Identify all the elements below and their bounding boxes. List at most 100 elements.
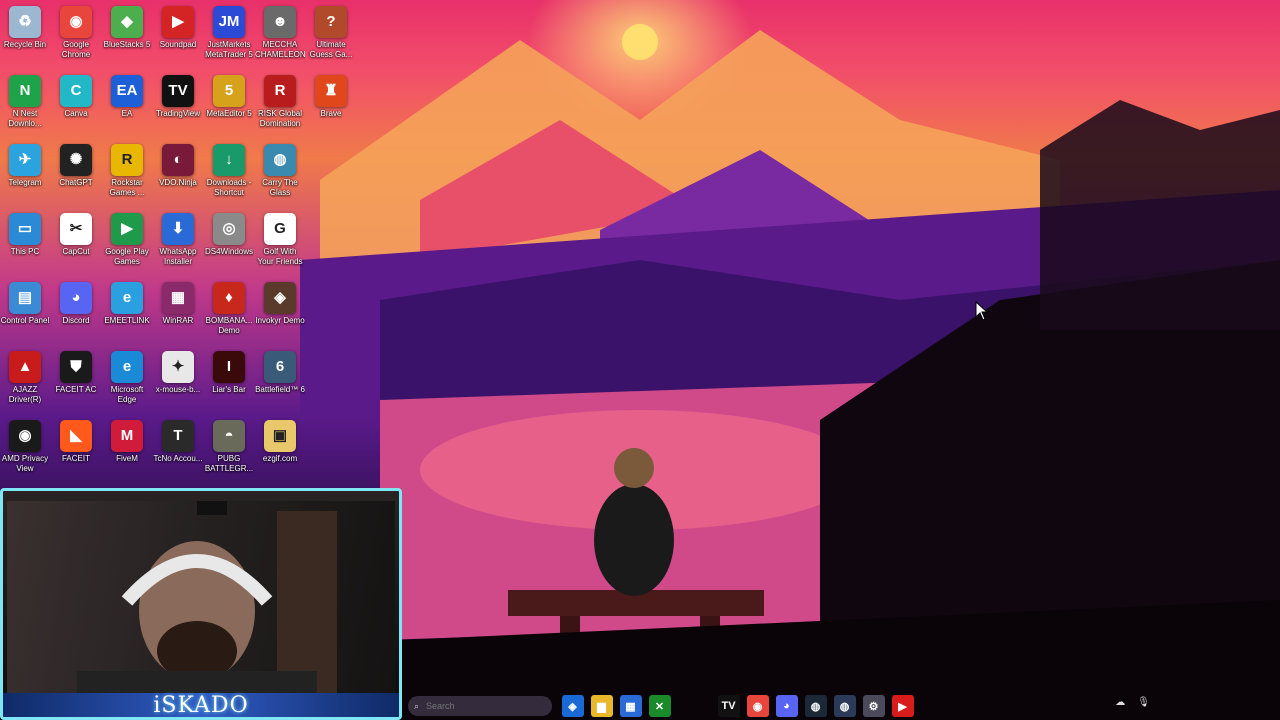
desktop-icon-google-chrome[interactable]: ◉ Google Chrome: [51, 4, 101, 60]
desktop-icon-label: FACEIT: [61, 454, 90, 463]
desktop-icon-battlefield[interactable]: 6 Battlefield™ 6: [255, 349, 305, 395]
desktop-icon-brave[interactable]: ♜ Brave: [306, 73, 356, 119]
desktop-icon-telegram[interactable]: ✈ Telegram: [0, 142, 50, 188]
fivem-icon: M: [111, 420, 143, 452]
brave-icon: ♜: [315, 75, 347, 107]
desktop-icon-label: N Nest Downlo...: [8, 109, 42, 128]
desktop-icon-recycle-bin[interactable]: ♻ Recycle Bin: [0, 4, 50, 50]
desktop-icon-fivem[interactable]: M FiveM: [102, 418, 152, 464]
ajazz-icon: ▲: [9, 351, 41, 383]
desktop-icon-label: Brave: [320, 109, 342, 118]
desktop-icon-soundpad[interactable]: ▶ Soundpad: [153, 4, 203, 50]
chatgpt-icon: ✺: [60, 144, 92, 176]
desktop-icon-google-play-games[interactable]: ▶ Google Play Games: [102, 211, 152, 267]
desktop-icon-rockstar[interactable]: R Rockstar Games ...: [102, 142, 152, 198]
desktop-icon-carry-the-glass[interactable]: ◍ Carry The Glass: [255, 142, 305, 198]
desktop-icon-emeetlink[interactable]: e EMEETLINK: [102, 280, 152, 326]
desktop-icon-downloads[interactable]: ↓ Downloads - Shortcut: [204, 142, 254, 198]
desktop-icon-x-mouse[interactable]: ✦ x-mouse-b...: [153, 349, 203, 395]
desktop-icon-label: Rockstar Games ...: [109, 178, 145, 197]
desktop-icon-invokyr[interactable]: ◈ Invokyr Demo: [255, 280, 305, 326]
desktop-icon-meccha-chameleon[interactable]: ☻ MECCHA CHAMELEON: [255, 4, 305, 60]
desktop-icon-tradingview[interactable]: TV TradingView: [153, 73, 203, 119]
taskbar-discord-button[interactable]: ◕: [775, 695, 798, 717]
tradingview-icon: TV: [721, 700, 736, 712]
webcam-feed: [7, 501, 395, 711]
discord-icon: ◕: [60, 282, 92, 314]
desktop-icon-faceit[interactable]: ◣ FACEIT: [51, 418, 101, 464]
meccha-icon: ☻: [264, 6, 296, 38]
emeetlink-icon: e: [111, 282, 143, 314]
desktop-icon-control-panel[interactable]: ▤ Control Panel: [0, 280, 50, 326]
desktop-icon-vdo-ninja[interactable]: ◐ VDO.Ninja: [153, 142, 203, 188]
desktop-icon-nest[interactable]: N N Nest Downlo...: [0, 73, 50, 129]
desktop-icon-bluestacks[interactable]: ◆ BlueStacks 5: [102, 4, 152, 50]
taskbar-spacer: [674, 695, 714, 717]
desktop-icon-label: BlueStacks 5: [103, 40, 151, 49]
desktop-icon-label: VDO.Ninja: [159, 178, 197, 187]
taskbar-search[interactable]: ⌕: [408, 696, 552, 716]
desktop-icon-label: Carry The Glass: [262, 178, 298, 197]
desktop-icon-justmarkets[interactable]: JM JustMarkets MetaTrader 5: [204, 4, 254, 60]
desktop-icon-faceit-ac[interactable]: ⛊ FACEIT AC: [51, 349, 101, 395]
desktop-icon-tcno[interactable]: T TcNo Accou...: [153, 418, 203, 464]
desktop-icon-ajazz[interactable]: ▲ AJAZZ Driver(R): [0, 349, 50, 405]
taskbar-store-button[interactable]: ▦: [619, 695, 642, 717]
desktop-icon-discord[interactable]: ◕ Discord: [51, 280, 101, 326]
cloud-icon[interactable]: ☁: [1115, 697, 1125, 708]
desktop-icon-label: This PC: [10, 247, 40, 256]
desktop-icon-chatgpt[interactable]: ✺ ChatGPT: [51, 142, 101, 188]
taskbar-chrome-button[interactable]: ◉: [746, 695, 769, 717]
desktop-icon-ezgif[interactable]: ▣ ezgif.com: [255, 418, 305, 464]
vdoninja-icon: ◐: [162, 144, 194, 176]
edge-icon: e: [111, 351, 143, 383]
desktop-icon-this-pc[interactable]: ▭ This PC: [0, 211, 50, 257]
taskbar-file-explorer-button[interactable]: ▆: [590, 695, 613, 717]
pubg-icon: ◓: [213, 420, 245, 452]
desktop-icon-winrar[interactable]: ▦ WinRAR: [153, 280, 203, 326]
carry-glass-icon: ◍: [264, 144, 296, 176]
desktop-icon-ea[interactable]: EA EA: [102, 73, 152, 119]
desktop-icon-liars-bar[interactable]: I Liar's Bar: [204, 349, 254, 395]
desktop-icon-amd-privacy-view[interactable]: ◉ AMD Privacy View: [0, 418, 50, 474]
bombana-icon: ♦: [213, 282, 245, 314]
desktop-icon-label: WhatsApp Installer: [159, 247, 197, 266]
steam-icon: ◍: [839, 700, 850, 713]
ezgif-icon: ▣: [264, 420, 296, 452]
desktop-icon-canva[interactable]: C Canva: [51, 73, 101, 119]
taskbar-youtube-button[interactable]: ▶: [891, 695, 914, 717]
play-games-icon: ▶: [111, 213, 143, 245]
desktop-icon-label: EMEETLINK: [104, 316, 150, 325]
taskbar-xbox-button[interactable]: ✕: [648, 695, 671, 717]
bluestacks-icon: ◆: [111, 6, 143, 38]
desktop-icon-pubg[interactable]: ◓ PUBG BATTLEGR...: [204, 418, 254, 474]
desktop-icon-label: Google Chrome: [61, 40, 91, 59]
desktop-icon-bombana[interactable]: ♦ BOMBANA... Demo: [204, 280, 254, 336]
desktop-icon-microsoft-edge[interactable]: e Microsoft Edge: [102, 349, 152, 405]
desktop-icon-whatsapp-installer[interactable]: ⬇ WhatsApp Installer: [153, 211, 203, 267]
desktop-icon-capcut[interactable]: ✂ CapCut: [51, 211, 101, 257]
taskbar-copilot-button[interactable]: ◈: [561, 695, 584, 717]
search-input[interactable]: [424, 700, 529, 712]
recycle-bin-icon: ♻: [9, 6, 41, 38]
taskbar-steam-button[interactable]: ◍: [804, 695, 827, 717]
taskbar-settings-button[interactable]: ⚙: [862, 695, 885, 717]
microphone-icon[interactable]: 🎙: [1137, 697, 1150, 708]
tcno-icon: T: [162, 420, 194, 452]
tradingview-icon: TV: [162, 75, 194, 107]
desktop-icon-ds4windows[interactable]: ◎ DS4Windows: [204, 211, 254, 257]
desktop-icon-label: Microsoft Edge: [110, 385, 144, 404]
desktop-icon-label: JustMarkets MetaTrader 5: [205, 40, 253, 59]
desktop-icon-grid: ♻ Recycle Bin ◉ Google Chrome ◆ BlueStacks 5 ▶…: [0, 0, 352, 480]
desktop-icon-label: ChatGPT: [59, 178, 93, 187]
desktop-icon-ultimate-guess[interactable]: ? Ultimate Guess Ga...: [306, 4, 356, 60]
desktop-icon-label: CapCut: [62, 247, 90, 256]
desktop-icon-risk[interactable]: R RISK Global Domination: [255, 73, 305, 129]
xbox-icon: ✕: [654, 700, 665, 713]
desktop-icon-golf-with-friends[interactable]: G Golf With Your Friends: [255, 211, 305, 267]
taskbar-tradingview-button[interactable]: TV: [717, 695, 740, 717]
taskbar-steam-alt-button[interactable]: ◍: [833, 695, 856, 717]
desktop-icon-label: TcNo Accou...: [153, 454, 203, 463]
desktop-icon-label: Downloads - Shortcut: [206, 178, 252, 197]
desktop-icon-metaeditor[interactable]: 5 MetaEditor 5: [204, 73, 254, 119]
